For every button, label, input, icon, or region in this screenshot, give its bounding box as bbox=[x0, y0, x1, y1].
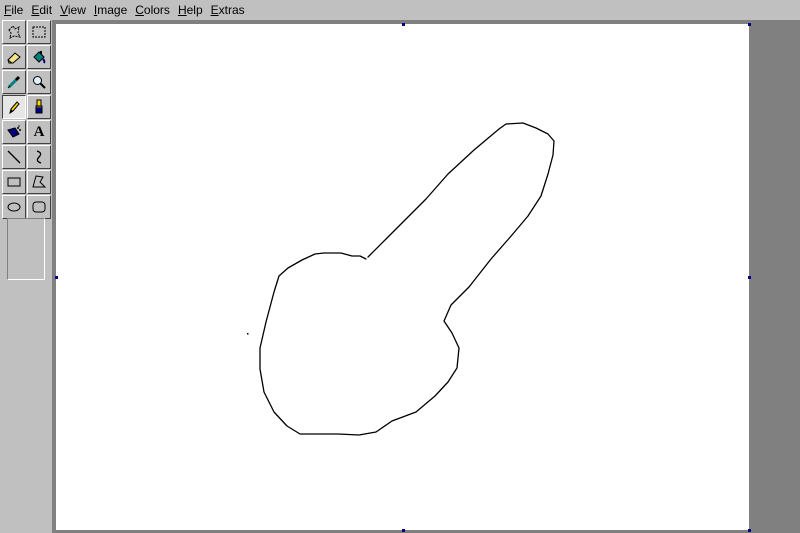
fill-bucket-icon bbox=[33, 51, 46, 64]
pencil-icon bbox=[9, 101, 20, 115]
resize-handle-mid-right[interactable] bbox=[748, 276, 751, 279]
resize-handle-mid-left[interactable] bbox=[55, 276, 58, 279]
resize-handle-bottom-mid[interactable] bbox=[402, 529, 405, 532]
color-picker-icon bbox=[7, 75, 21, 89]
magnifier-icon bbox=[33, 76, 46, 89]
stray-dot bbox=[247, 333, 249, 335]
eraser-icon bbox=[7, 52, 21, 64]
drawing-canvas[interactable] bbox=[56, 24, 749, 530]
freehand-drawing bbox=[247, 122, 555, 436]
tool-pencil[interactable] bbox=[2, 95, 26, 119]
toolbox: A bbox=[0, 20, 52, 533]
menu-view[interactable]: View bbox=[56, 0, 90, 20]
resize-handle-bottom-right[interactable] bbox=[748, 529, 751, 532]
free-form-select-icon bbox=[8, 25, 21, 39]
rect-select-icon bbox=[32, 26, 46, 38]
menu-extras[interactable]: Extras bbox=[207, 0, 249, 20]
curve-icon bbox=[36, 150, 42, 164]
tool-brush[interactable] bbox=[27, 95, 51, 119]
menu-image[interactable]: Image bbox=[90, 0, 131, 20]
tool-magnifier[interactable] bbox=[27, 70, 51, 94]
tool-rect-select[interactable] bbox=[27, 20, 51, 44]
menu-file[interactable]: File bbox=[0, 0, 27, 20]
tool-polygon[interactable] bbox=[27, 170, 51, 194]
tool-eraser[interactable] bbox=[2, 45, 26, 69]
tool-curve[interactable] bbox=[27, 145, 51, 169]
tool-grid: A bbox=[2, 20, 51, 219]
tool-airbrush[interactable] bbox=[2, 120, 26, 144]
menu-bar: File Edit View Image Colors Help Extras bbox=[0, 0, 800, 20]
polygon-icon bbox=[32, 175, 47, 188]
menu-edit[interactable]: Edit bbox=[27, 0, 56, 20]
tool-fill[interactable] bbox=[27, 45, 51, 69]
tool-ellipse[interactable] bbox=[2, 195, 26, 219]
ellipse-icon bbox=[7, 202, 21, 212]
tool-color-picker[interactable] bbox=[2, 70, 26, 94]
rounded-rect-icon bbox=[32, 201, 46, 213]
tool-line[interactable] bbox=[2, 145, 26, 169]
brush-icon bbox=[35, 99, 43, 114]
tool-rounded-rect[interactable] bbox=[27, 195, 51, 219]
tool-rectangle[interactable] bbox=[2, 170, 26, 194]
tool-options-box[interactable] bbox=[7, 218, 45, 280]
tool-free-form-select[interactable] bbox=[2, 20, 26, 44]
menu-colors[interactable]: Colors bbox=[131, 0, 174, 20]
line-icon bbox=[7, 150, 21, 164]
rectangle-icon bbox=[7, 177, 21, 187]
drawn-stroke bbox=[259, 122, 555, 436]
text-icon: A bbox=[33, 124, 45, 140]
airbrush-icon bbox=[7, 125, 21, 138]
resize-handle-top-mid[interactable] bbox=[402, 23, 405, 26]
menu-help[interactable]: Help bbox=[174, 0, 207, 20]
tool-text[interactable]: A bbox=[27, 120, 51, 144]
resize-handle-top-right[interactable] bbox=[748, 23, 751, 26]
workspace bbox=[52, 20, 800, 533]
